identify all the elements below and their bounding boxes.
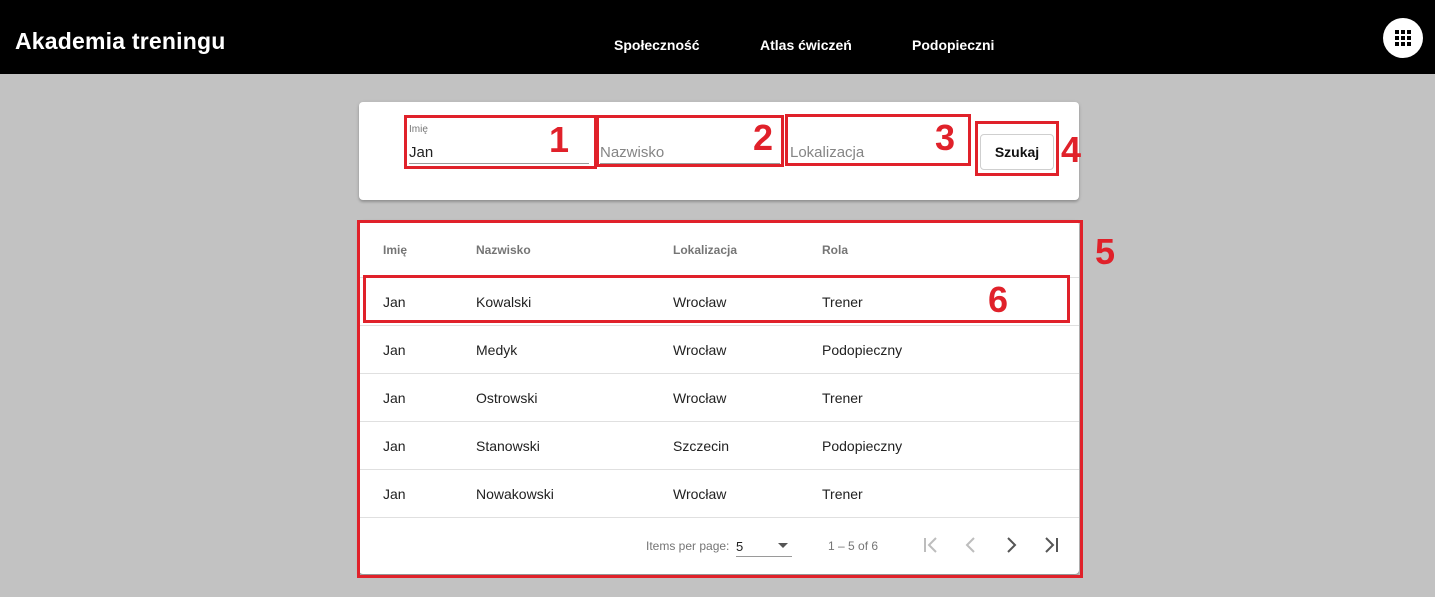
nav-link-podopieczni[interactable]: Podopieczni bbox=[912, 37, 994, 53]
nav-link-spolecznosc[interactable]: Społeczność bbox=[614, 37, 700, 53]
annotation-label-4: 4 bbox=[1061, 129, 1082, 170]
annotation-label-3: 3 bbox=[935, 117, 956, 158]
annotation-label-6: 6 bbox=[988, 279, 1009, 320]
annotation-box-4 bbox=[975, 121, 1059, 176]
annotation-label-2: 2 bbox=[753, 117, 774, 158]
annotation-box-5 bbox=[357, 220, 1083, 578]
apps-grid-icon bbox=[1395, 30, 1411, 46]
top-bar: Akademia treningu Społeczność Atlas ćwic… bbox=[0, 0, 1435, 74]
apps-menu-button[interactable] bbox=[1383, 18, 1423, 58]
annotation-label-1: 1 bbox=[549, 119, 570, 160]
app-title[interactable]: Akademia treningu bbox=[15, 28, 225, 55]
annotation-label-5: 5 bbox=[1095, 231, 1116, 272]
annotation-box-6 bbox=[363, 275, 1070, 323]
nav-link-atlas-cwiczen[interactable]: Atlas ćwiczeń bbox=[760, 37, 852, 53]
